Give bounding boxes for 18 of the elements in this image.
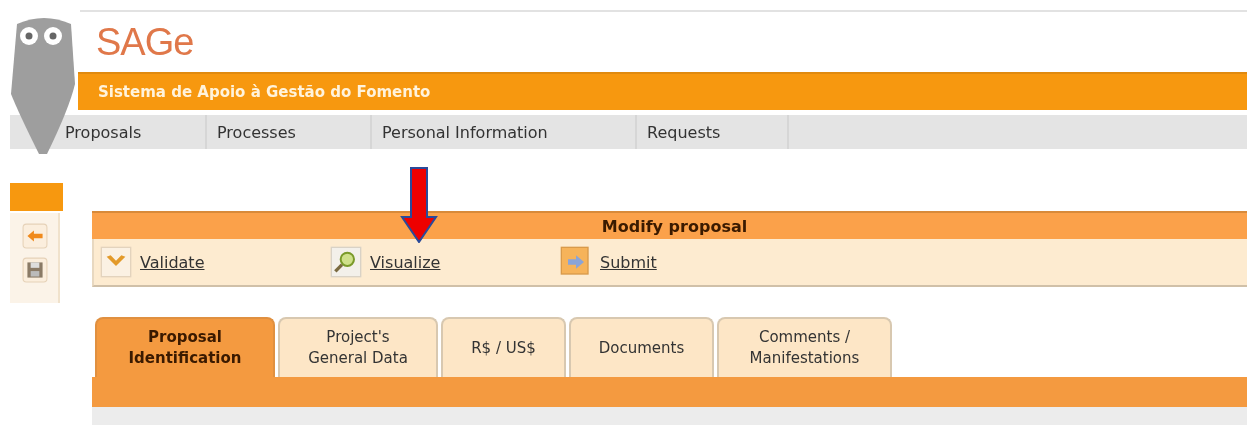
magnifier-icon	[330, 246, 362, 278]
action-link[interactable]: Visualize	[370, 252, 441, 272]
menu-item[interactable]: Proposals	[55, 115, 207, 149]
tab[interactable]: Project's General Data	[278, 317, 438, 377]
action-link[interactable]: Submit	[600, 252, 657, 272]
logo-text: SAGe	[96, 20, 194, 64]
tab[interactable]: R$ / US$	[441, 317, 566, 377]
tab[interactable]: Proposal Identification	[95, 317, 275, 377]
menu-item[interactable]: Processes	[207, 115, 372, 149]
menu-item[interactable]: Personal Information	[372, 115, 637, 149]
action-link[interactable]: Validate	[140, 252, 205, 272]
check-icon	[100, 246, 132, 278]
panel-title: Modify proposal	[92, 211, 1247, 239]
subtitle: Sistema de Apoio à Gestão do Fomento	[98, 83, 431, 101]
tab[interactable]: Documents	[569, 317, 714, 377]
send-icon	[560, 246, 592, 278]
menu-item[interactable]: Requests	[637, 115, 789, 149]
tab[interactable]: Comments / Manifestations	[717, 317, 892, 377]
